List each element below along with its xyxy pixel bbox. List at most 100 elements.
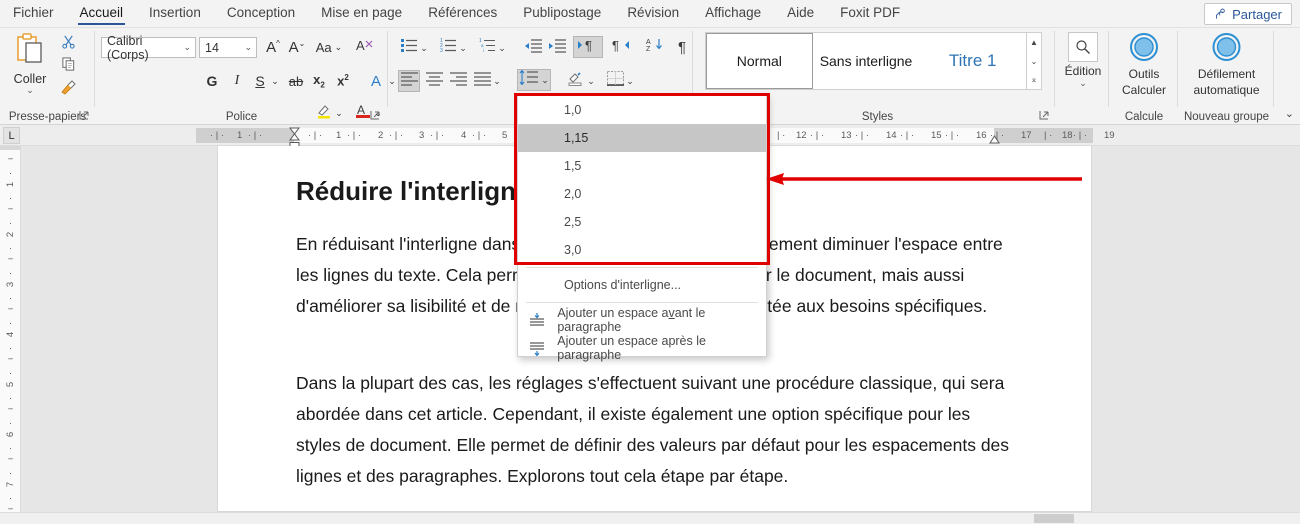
font-name-combo[interactable]: Calibri (Corps) ⌄	[101, 34, 196, 62]
tab-mise-en-page[interactable]: Mise en page	[308, 1, 415, 27]
superscript-icon: x2	[337, 73, 349, 89]
tab-accueil[interactable]: Accueil	[67, 1, 137, 27]
vertical-ruler[interactable]: − · 1 · − · 2 · − · 3 · − · 4 · − · 5 · …	[0, 146, 21, 524]
styles-scroll[interactable]: ▲ ⌄ ⌅	[1027, 32, 1042, 90]
text-effects-button[interactable]: A	[365, 70, 387, 92]
styles-scroll-down[interactable]: ⌄	[1027, 52, 1041, 71]
copy-button[interactable]	[56, 57, 80, 77]
underline-icon: S	[255, 73, 265, 89]
tab-references[interactable]: Références	[415, 1, 510, 27]
shading-dropdown[interactable]: ⌄	[584, 70, 598, 92]
defilement-automatique-button[interactable]: Défilement automatique	[1179, 32, 1274, 97]
numbering-icon: 123	[440, 38, 457, 58]
ltr-direction-button[interactable]: ¶	[606, 36, 636, 58]
cut-button[interactable]	[56, 34, 80, 54]
styles-more[interactable]: ⌅	[1027, 70, 1041, 89]
sort-button[interactable]: AZ	[642, 36, 672, 58]
ruler-num: 1	[336, 130, 342, 141]
font-color-dropdown[interactable]: ⌄	[371, 102, 385, 124]
tab-aide[interactable]: Aide	[774, 1, 827, 27]
align-left-button[interactable]	[398, 70, 420, 92]
highlight-dropdown[interactable]: ⌄	[332, 102, 346, 124]
add-space-before-paragraph[interactable]: Ajouter un espace avant le paragraphe	[518, 306, 766, 334]
justify-dropdown[interactable]: ⌄	[490, 70, 504, 92]
style-normal[interactable]: Normal	[706, 33, 813, 89]
chevron-down-icon[interactable]: ⌄	[26, 86, 34, 95]
line-spacing-dropdown-menu[interactable]: 1,0 1,15 1,5 2,0 2,5 3,0 Options d'inter…	[517, 95, 767, 362]
decrease-indent-button[interactable]	[522, 37, 544, 59]
clear-formatting-button[interactable]: A	[354, 36, 376, 58]
bullets-dropdown[interactable]: ⌄	[417, 37, 431, 59]
grow-font-icon: A^	[266, 38, 280, 56]
collapse-ribbon-button[interactable]: ⌄	[1285, 107, 1294, 120]
tab-conception[interactable]: Conception	[214, 1, 308, 27]
styles-gallery[interactable]: Normal Sans interligne Titre 1	[705, 32, 1027, 90]
tab-foxit-pdf[interactable]: Foxit PDF	[827, 1, 913, 27]
tab-label: Fichier	[13, 5, 54, 20]
chevron-down-icon[interactable]: ⌄	[1079, 79, 1087, 88]
format-painter-button[interactable]	[56, 79, 80, 101]
horizontal-scrollbar-thumb[interactable]	[1034, 514, 1074, 523]
change-case-button[interactable]: Aa ⌄	[313, 36, 345, 58]
add-space-after-paragraph[interactable]: Ajouter un espace après le paragraphe	[518, 334, 766, 362]
increase-indent-button[interactable]	[546, 37, 568, 59]
style-titre-1[interactable]: Titre 1	[919, 33, 1026, 89]
ruler-num: 2	[378, 130, 384, 141]
paste-button[interactable]: Coller ⌄	[6, 32, 54, 98]
shrink-font-button[interactable]: A⌄	[286, 36, 308, 58]
chevron-down-icon[interactable]: ⌄	[335, 42, 343, 53]
line-spacing-button[interactable]: ⌄	[517, 69, 551, 91]
line-spacing-option-2-5[interactable]: 2,5	[518, 208, 766, 236]
subscript-button[interactable]: x2	[308, 70, 330, 92]
space-before-paragraph-icon	[526, 312, 547, 328]
underline-dropdown[interactable]: ⌄	[268, 70, 282, 92]
chevron-down-icon[interactable]: ⌄	[541, 75, 549, 86]
tab-fichier[interactable]: Fichier	[0, 1, 67, 27]
style-sans-interligne[interactable]: Sans interligne	[813, 33, 920, 89]
horizontal-scrollbar[interactable]	[0, 512, 1300, 524]
styles-scroll-up[interactable]: ▲	[1027, 33, 1041, 52]
rtl-direction-button[interactable]: ¶	[573, 36, 603, 58]
change-case-icon: Aa	[315, 39, 332, 55]
edition-button[interactable]: Édition ⌄	[1057, 32, 1109, 88]
show-marks-button[interactable]: ¶	[671, 36, 693, 58]
multilevel-dropdown[interactable]: ⌄	[495, 37, 509, 59]
tab-insertion[interactable]: Insertion	[136, 1, 214, 27]
align-center-button[interactable]	[423, 70, 445, 92]
edition-label: Édition	[1064, 64, 1102, 78]
bold-button[interactable]: G	[201, 70, 223, 92]
tab-publipostage[interactable]: Publipostage	[510, 1, 614, 27]
group-separator	[1108, 31, 1109, 107]
strikethrough-button[interactable]: ab	[285, 70, 307, 92]
svg-text:A: A	[646, 39, 651, 46]
borders-dropdown[interactable]: ⌄	[623, 70, 637, 92]
styles-dialog-launcher[interactable]	[1039, 110, 1051, 122]
numbering-dropdown[interactable]: ⌄	[456, 37, 470, 59]
more-styles-icon: ⌅	[1030, 75, 1038, 85]
clipboard-dialog-launcher[interactable]	[79, 110, 91, 122]
right-indent-marker[interactable]	[989, 133, 1000, 147]
tab-stop-selector[interactable]: L	[3, 127, 20, 144]
format-painter-icon	[60, 79, 76, 101]
grow-font-button[interactable]: A^	[262, 36, 284, 58]
line-spacing-option-2-0[interactable]: 2,0	[518, 180, 766, 208]
chevron-down-icon[interactable]: ⌄	[183, 42, 191, 53]
line-spacing-option-1-0[interactable]: 1,0	[518, 96, 766, 124]
line-spacing-option-3-0[interactable]: 3,0	[518, 236, 766, 264]
line-spacing-option-1-5[interactable]: 1,5	[518, 152, 766, 180]
outils-calculer-button[interactable]: Outils Calculer	[1110, 32, 1178, 97]
superscript-button[interactable]: x2	[332, 70, 354, 92]
share-button[interactable]: Partager	[1204, 3, 1292, 25]
align-right-button[interactable]	[447, 70, 469, 92]
italic-button[interactable]: I	[226, 70, 248, 92]
line-spacing-options-link[interactable]: Options d'interligne...	[518, 271, 766, 299]
multilevel-list-icon: 1ai	[479, 38, 496, 58]
chevron-up-icon: ▲	[1030, 37, 1038, 47]
line-spacing-option-1-15[interactable]: 1,15	[518, 124, 766, 152]
ruler-num: 15	[931, 130, 942, 141]
font-size-combo[interactable]: 14 ⌄	[199, 37, 257, 58]
rtl-direction-icon: ¶	[577, 38, 599, 57]
tab-revision[interactable]: Révision	[614, 1, 692, 27]
tab-affichage[interactable]: Affichage	[692, 1, 774, 27]
chevron-down-icon[interactable]: ⌄	[244, 42, 252, 53]
